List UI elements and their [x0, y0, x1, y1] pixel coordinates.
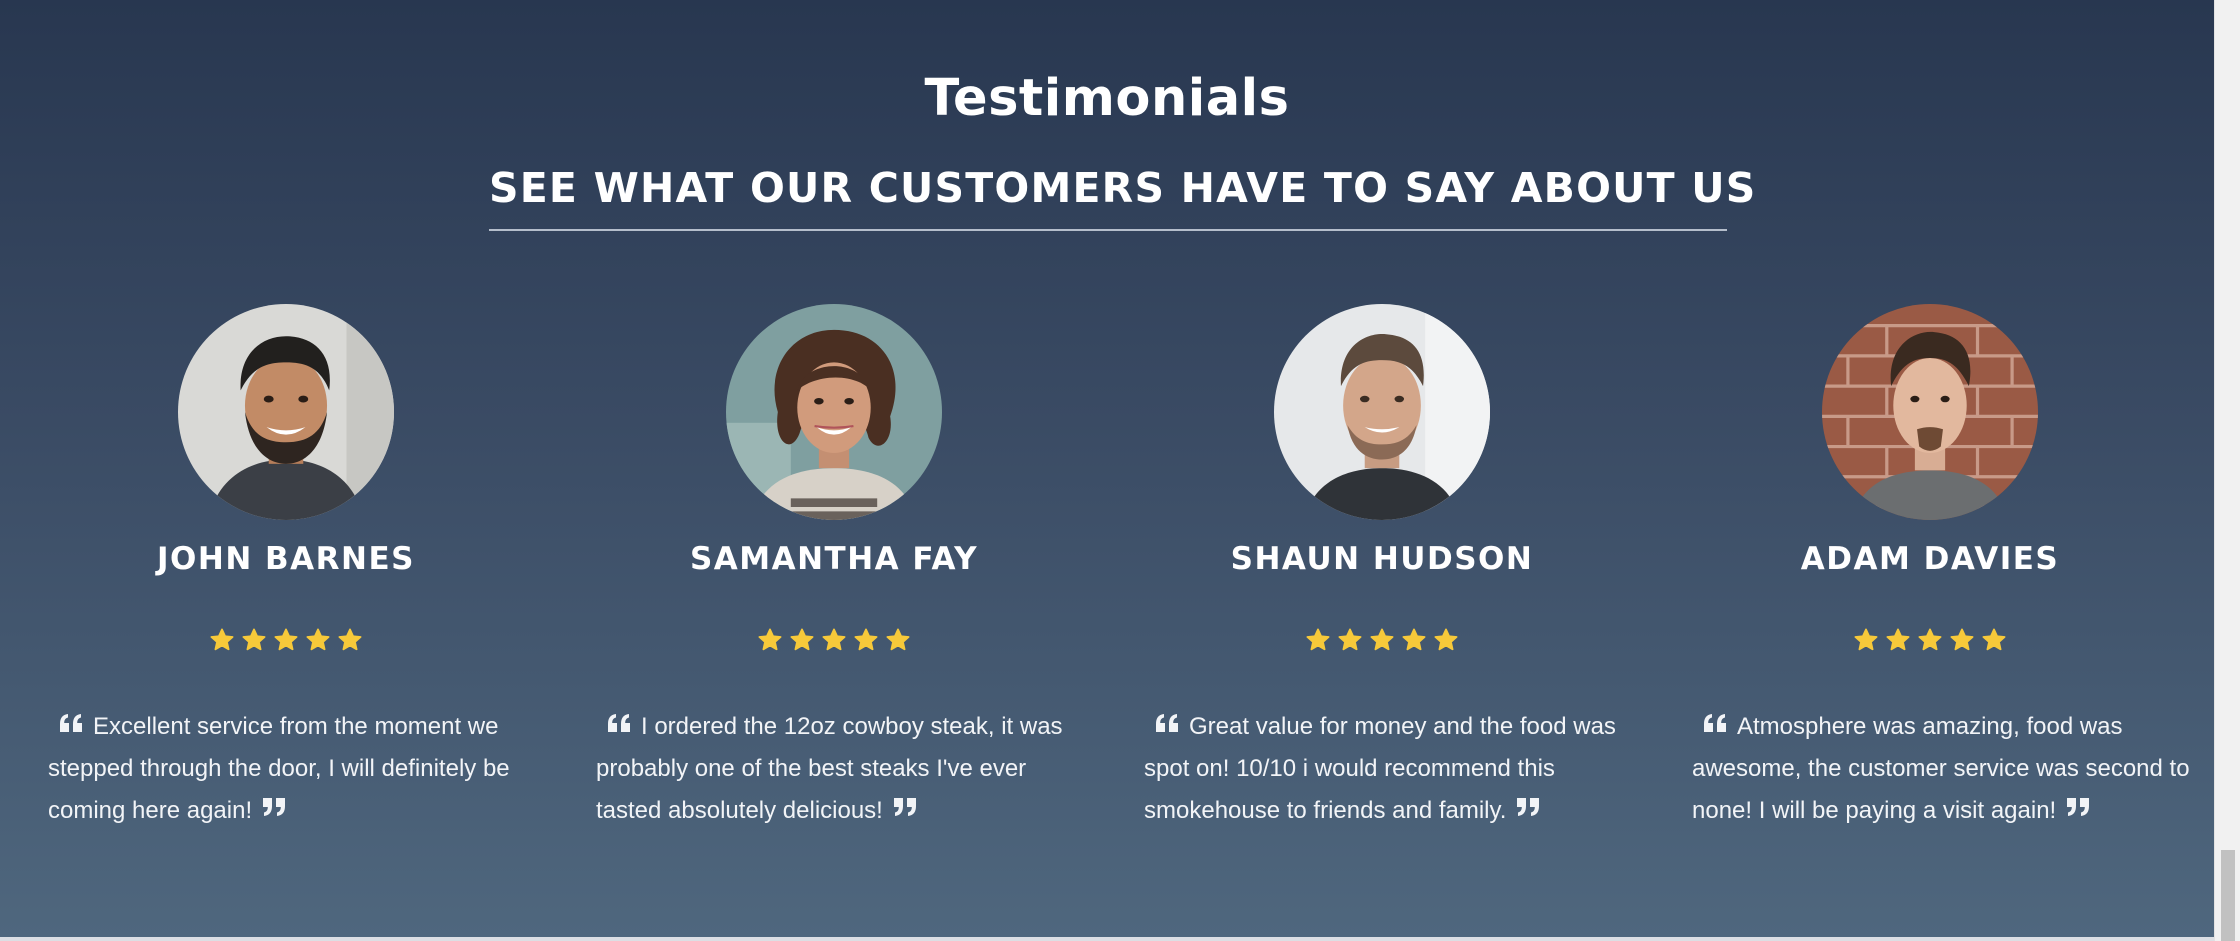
star-rating [560, 622, 1108, 656]
star-icon [337, 627, 363, 653]
section-subtitle: SEE WHAT OUR CUSTOMERS HAVE TO SAY ABOUT… [489, 164, 1757, 212]
star-icon [1401, 627, 1427, 653]
testimonial-quote: I ordered the 12oz cowboy steak, it was … [596, 706, 1096, 832]
testimonial-card: ADAM DAVIES Atmosphere was amazing, food… [1656, 300, 2204, 860]
quote-right-icon [262, 797, 286, 817]
quote-right-icon [1516, 797, 1540, 817]
testimonial-quote: Great value for money and the food was s… [1144, 706, 1644, 832]
star-icon [885, 627, 911, 653]
customer-name: ADAM DAVIES [1800, 541, 2060, 577]
star-rating [1656, 622, 2204, 656]
star-rating [1108, 622, 1656, 656]
star-icon [273, 627, 299, 653]
testimonial-card: SHAUN HUDSON Great value for money and t… [1108, 300, 1656, 860]
quote-right-icon [2066, 797, 2090, 817]
quote-text: Great value for money and the food was s… [1144, 713, 1616, 824]
star-icon [1337, 627, 1363, 653]
star-icon [1949, 627, 1975, 653]
star-icon [1981, 627, 2007, 653]
star-rating [12, 622, 560, 656]
section-bottom-border [0, 937, 2214, 941]
star-icon [1369, 627, 1395, 653]
quote-text: I ordered the 12oz cowboy steak, it was … [596, 713, 1063, 824]
quote-left-icon [1703, 713, 1727, 733]
section-title: Testimonials [924, 69, 1290, 128]
testimonial-quote: Excellent service from the moment we ste… [48, 706, 548, 832]
star-icon [305, 627, 331, 653]
avatar [726, 304, 942, 520]
quote-text: Atmosphere was amazing, food was awesome… [1692, 713, 2190, 824]
customer-name: SAMANTHA FAY [689, 541, 979, 577]
star-icon [853, 627, 879, 653]
quote-left-icon [59, 713, 83, 733]
star-icon [1853, 627, 1879, 653]
avatar [178, 304, 394, 520]
star-icon [241, 627, 267, 653]
star-icon [789, 627, 815, 653]
testimonial-card: JOHN BARNES Excellent service from the m… [12, 300, 560, 860]
customer-name: SHAUN HUDSON [1230, 541, 1534, 577]
star-icon [209, 627, 235, 653]
quote-right-icon [893, 797, 917, 817]
avatar [1274, 304, 1490, 520]
star-icon [821, 627, 847, 653]
title-divider [489, 229, 1727, 231]
star-icon [1885, 627, 1911, 653]
testimonial-quote: Atmosphere was amazing, food was awesome… [1692, 706, 2192, 832]
quote-left-icon [1155, 713, 1179, 733]
star-icon [757, 627, 783, 653]
quote-left-icon [607, 713, 631, 733]
star-icon [1305, 627, 1331, 653]
avatar [1822, 304, 2038, 520]
customer-name: JOHN BARNES [156, 541, 415, 577]
star-icon [1433, 627, 1459, 653]
scrollbar-thumb[interactable] [2221, 850, 2235, 941]
page-scrollbar[interactable] [2214, 0, 2240, 941]
testimonials-section: Testimonials SEE WHAT OUR CUSTOMERS HAVE… [0, 0, 2214, 937]
testimonial-card: SAMANTHA FAY I ordered the 12oz cowboy s… [560, 300, 1108, 860]
star-icon [1917, 627, 1943, 653]
